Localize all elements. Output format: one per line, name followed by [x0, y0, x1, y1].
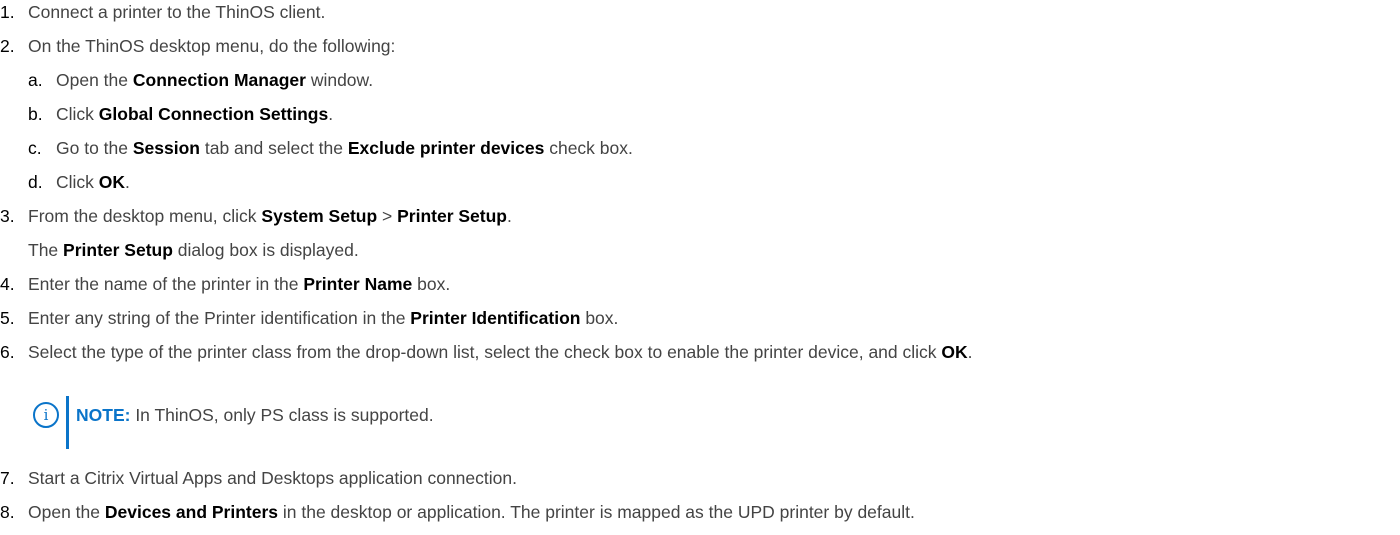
step-number: 4.	[0, 274, 15, 294]
step-text: Start a Citrix Virtual Apps and Desktops…	[28, 467, 517, 489]
step-text: Open the Connection Manager window.	[56, 69, 373, 91]
step-text-run: .	[507, 206, 512, 226]
step-text: Click OK.	[56, 171, 130, 193]
step-text-run: tab and select the	[199, 138, 348, 158]
ui-term: Printer Setup	[397, 206, 507, 226]
step-text: Select the type of the printer class fro…	[28, 341, 973, 363]
step-text-run: check box.	[544, 138, 633, 158]
step-text: The Printer Setup dialog box is displaye…	[28, 239, 359, 261]
step-text-run: box.	[580, 308, 619, 328]
step-text: Click Global Connection Settings.	[56, 103, 333, 125]
ui-term: Printer Setup	[63, 240, 173, 260]
ui-term: Printer Identification	[410, 308, 581, 328]
step-text-run: From the desktop menu, click	[28, 206, 262, 226]
step-number: 1.	[0, 2, 15, 22]
step-number: 5.	[0, 308, 15, 328]
step-number: b.	[28, 104, 43, 124]
step-text-run: .	[967, 342, 973, 362]
step-text-run: box.	[412, 274, 451, 294]
ui-term: OK	[98, 172, 126, 192]
step-number: a.	[28, 70, 43, 90]
info-icon: i	[33, 402, 59, 428]
ui-term: Exclude printer devices	[347, 138, 545, 158]
step-text-run: .	[328, 104, 334, 124]
step-text: Go to the Session tab and select the Exc…	[56, 137, 633, 159]
note-label: NOTE:	[76, 405, 131, 425]
step-text-run: Click	[56, 104, 99, 124]
step-text-run: .	[125, 172, 130, 192]
step-text-run: in the desktop or application. The print…	[278, 502, 915, 522]
step-text-run: window.	[305, 70, 374, 90]
ui-term: Session	[132, 138, 200, 158]
step-text-run: Select the type of the printer class fro…	[28, 342, 942, 362]
step-text-run: Enter the name of the printer in the	[28, 274, 304, 294]
step-number: 3.	[0, 206, 15, 226]
step-text: Open the Devices and Printers in the des…	[28, 501, 915, 523]
ui-term: Printer Name	[303, 274, 413, 294]
step-number: 2.	[0, 36, 15, 56]
step-number: 8.	[0, 502, 15, 522]
document: 1. Connect a printer to the ThinOS client…	[0, 0, 1400, 535]
step-text-run: Start a Citrix Virtual Apps and Desktops…	[28, 468, 517, 488]
ui-term: Connection Manager	[132, 70, 306, 90]
ui-term: System Setup	[261, 206, 378, 226]
step-text-run: On the ThinOS desktop menu, do the follo…	[28, 36, 396, 56]
step-text-run: dialog box is displayed.	[172, 240, 359, 260]
ui-term: OK	[941, 342, 968, 362]
step-number: 6.	[0, 342, 15, 362]
step-text: Connect a printer to the ThinOS client.	[28, 1, 325, 23]
step-text: Enter any string of the Printer identifi…	[28, 307, 618, 329]
step-text: Enter the name of the printer in the Pri…	[28, 273, 450, 295]
step-text: On the ThinOS desktop menu, do the follo…	[28, 35, 395, 57]
note-text: NOTE: In ThinOS, only PS class is suppor…	[76, 405, 434, 426]
step-text-run: Open the	[28, 502, 105, 522]
step-text-run: Enter any string of the Printer identifi…	[28, 308, 411, 328]
step-text-run: >	[377, 206, 398, 226]
ui-term: Devices and Printers	[104, 502, 279, 522]
note-divider	[66, 396, 69, 449]
step-text-run: Go to the	[56, 138, 133, 158]
note-body: In ThinOS, only PS class is supported.	[130, 405, 434, 425]
ui-term: Global Connection Settings	[98, 104, 329, 124]
step-text-run: Connect a printer to the ThinOS client.	[28, 2, 326, 22]
step-number: c.	[28, 138, 42, 158]
step-text-run: Click	[56, 172, 99, 192]
step-number: d.	[28, 172, 43, 192]
step-number: 7.	[0, 468, 15, 488]
step-text: From the desktop menu, click System Setu…	[28, 205, 512, 227]
step-text-run: The	[28, 240, 64, 260]
step-text-run: Open the	[56, 70, 133, 90]
